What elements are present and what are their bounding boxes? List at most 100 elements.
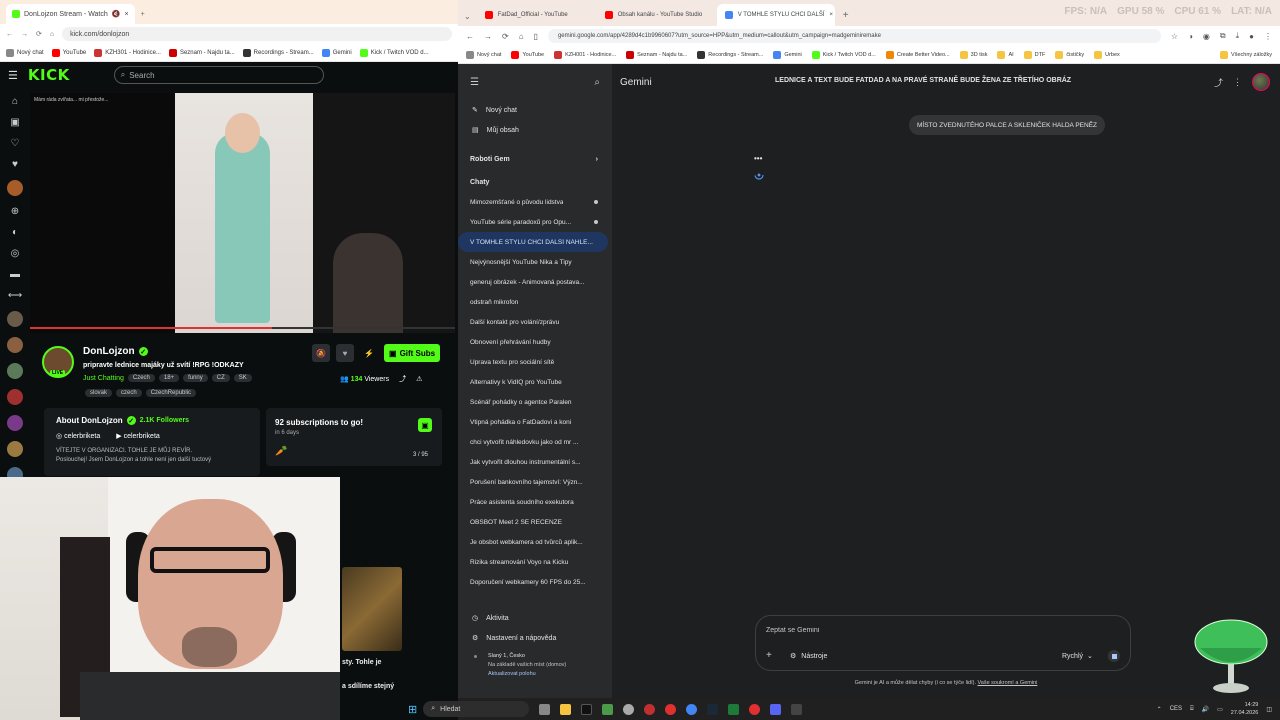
chat-item[interactable]: Doporučení webkamery 60 FPS do 25... (458, 572, 608, 592)
channel-avatar[interactable] (7, 415, 23, 431)
chat-item[interactable]: Úprava textu pro sociální sítě (458, 352, 608, 372)
channel-avatar[interactable] (7, 363, 23, 379)
channel-avatar[interactable] (7, 180, 23, 196)
chat-item[interactable]: Vtipná pohádka o FatDadovi a koni (458, 412, 608, 432)
reload-icon[interactable]: ⟳ (36, 30, 42, 38)
tag-pill[interactable]: slovak (85, 389, 113, 397)
url-field[interactable]: gemini.google.com/app/4289d4c1b9960607?u… (547, 29, 1161, 43)
add-icon[interactable]: ⊕ (11, 206, 19, 217)
category-link[interactable]: Just Chatting (83, 375, 124, 382)
tab-kick[interactable]: DonLojzon Stream - Watch 🔇 × (6, 4, 135, 24)
browse-icon[interactable]: ▣ (10, 117, 19, 128)
opera-icon[interactable] (749, 703, 761, 715)
browser-menu-icon[interactable]: ⋮ (1264, 32, 1272, 41)
steam-icon[interactable] (707, 703, 719, 715)
bolt-icon[interactable]: ⚡ (360, 344, 378, 362)
reload-icon[interactable]: ⟳ (502, 32, 509, 41)
discord-icon[interactable] (770, 703, 782, 715)
channel-avatar[interactable] (7, 311, 23, 327)
channel-avatar[interactable] (7, 337, 23, 353)
all-bookmarks[interactable]: Všechny záložky (1220, 50, 1272, 59)
windows-logo-icon[interactable]: ⊞ (408, 703, 417, 716)
bookmark-item[interactable]: Nový chat (466, 50, 501, 59)
bookmark-item[interactable]: Recordings - Stream... (697, 50, 763, 59)
bookmark-item[interactable]: Recordings - Stream... (242, 48, 314, 57)
bookmark-item[interactable]: Kick / Twitch VOD d... (811, 50, 876, 59)
follow-button[interactable]: ♥ (336, 344, 354, 362)
chat-item[interactable]: Další kontakt pro volání/zprávu (458, 312, 608, 332)
chat-item[interactable]: odstraň mikrofon (458, 292, 608, 312)
bookmark-folder[interactable]: Urbex (1094, 50, 1120, 59)
chat-item[interactable]: Alternativy k VidIQ pro YouTube (458, 372, 608, 392)
mode-selector[interactable]: Rychlý ⌄ (1062, 652, 1093, 661)
app-icon[interactable] (665, 703, 677, 715)
close-icon[interactable]: × (125, 11, 129, 18)
back-icon[interactable]: ← (466, 32, 474, 41)
clock[interactable]: 14:29 27.04.2026 (1231, 701, 1259, 717)
app-icon[interactable] (644, 703, 656, 715)
controller-icon[interactable]: ▬ (10, 269, 20, 280)
volume-icon[interactable]: 🔊 (1202, 706, 1209, 713)
chat-item[interactable]: generuj obrázek - Animovaná postava... (458, 272, 608, 292)
notifications-button[interactable]: 🔕 (312, 344, 330, 362)
gemini-brand[interactable]: Gemini (620, 77, 652, 88)
channel-avatar[interactable] (7, 389, 23, 405)
tiktok-icon[interactable] (581, 703, 593, 715)
streamer-name[interactable]: DonLojzon ✓ (83, 346, 148, 357)
headset-icon[interactable]: ◐ (12, 227, 18, 238)
add-icon[interactable]: + (766, 650, 772, 661)
bookmark-item[interactable]: Gemini (773, 50, 802, 59)
new-tab-button[interactable]: + (843, 10, 849, 21)
tab-gemini[interactable]: V TOMHLE STYLU CHCI DALŠÍ × (716, 4, 835, 26)
stop-button[interactable] (1108, 650, 1120, 662)
instagram-link[interactable]: ◎ celerbriketa (56, 432, 100, 440)
profile-icon[interactable]: ● (1249, 32, 1254, 41)
tag-pill[interactable]: czech (116, 389, 142, 397)
channel-avatar[interactable] (7, 441, 23, 457)
chat-item[interactable]: Je obsbot webkamera od tvůrců aplik... (458, 532, 608, 552)
new-chat-button[interactable]: ✎ Nový chat (458, 100, 612, 120)
tag-pill[interactable]: SK (233, 374, 252, 382)
bookmark-folder[interactable]: 3D tisk (959, 50, 987, 59)
search-input[interactable]: ⌕ Search (113, 66, 324, 84)
chat-item[interactable]: YouTube série paradoxů pro Opu... (458, 212, 608, 232)
report-icon[interactable]: ⚠ (416, 375, 422, 383)
chat-item[interactable]: OBSBOT Meet 2 SE RECENZE (458, 512, 608, 532)
tag-pill[interactable]: Czech (127, 374, 155, 382)
url-field[interactable]: kick.com/donlojzon (62, 27, 452, 41)
sidebar-toggle-icon[interactable]: ▯ (534, 32, 538, 41)
extension-icon[interactable]: ◉ (1203, 32, 1210, 41)
chrome-icon[interactable] (686, 703, 698, 715)
network-icon[interactable]: ⌸ (1190, 706, 1194, 713)
bookmark-folder[interactable]: DTF (1023, 50, 1045, 59)
bookmark-item[interactable]: Gemini (321, 48, 352, 57)
following-icon[interactable]: ♡ (11, 138, 20, 149)
gift-subs-button[interactable]: ▣ Gift Subs (384, 344, 441, 362)
close-icon[interactable]: × (830, 12, 834, 18)
bookmark-item[interactable]: KZH301 - Hodinice... (94, 48, 161, 57)
heart-icon[interactable]: ♥ (12, 159, 18, 170)
home-icon[interactable]: ⌂ (50, 31, 54, 38)
my-content-button[interactable]: ▤ Můj obsah (458, 120, 612, 140)
youtube-link[interactable]: ▶ celerbriketa (116, 432, 160, 440)
user-avatar[interactable] (1252, 73, 1270, 91)
settings-button[interactable]: ⚙ Nastavení a nápověda (458, 628, 612, 648)
battery-icon[interactable]: ▭ (1217, 706, 1223, 713)
video-player[interactable]: Mám ráda zvířata... mi přestože... (30, 93, 455, 333)
share-icon[interactable]: ⤴ (399, 374, 406, 384)
bookmark-item[interactable]: YouTube (51, 48, 86, 57)
bookmark-folder[interactable]: čističky (1055, 50, 1084, 59)
bookmark-item[interactable]: Create Better Video... (885, 50, 950, 59)
bookmark-item[interactable]: Kick / Twitch VOD d... (359, 48, 429, 57)
bookmark-folder[interactable]: AI (997, 50, 1014, 59)
gift-icon[interactable]: ▣ (418, 418, 432, 432)
tab-youtube-channel[interactable]: FatDad_Official - YouTube (477, 4, 595, 26)
kick-logo[interactable]: KICK (28, 66, 70, 84)
more-options-icon[interactable]: ⋮ (1233, 77, 1242, 88)
forward-icon[interactable]: → (21, 31, 28, 38)
bookmark-item[interactable]: YouTube (511, 50, 544, 59)
chat-item[interactable]: chci vytvořit náhledovku jako od mr ... (458, 432, 608, 452)
chat-item[interactable]: Obnovení přehrávání hudby (458, 332, 608, 352)
bookmark-item[interactable]: Nový chat (6, 48, 44, 57)
chat-item[interactable]: Porušení bankovního tajemství: Význ... (458, 472, 608, 492)
